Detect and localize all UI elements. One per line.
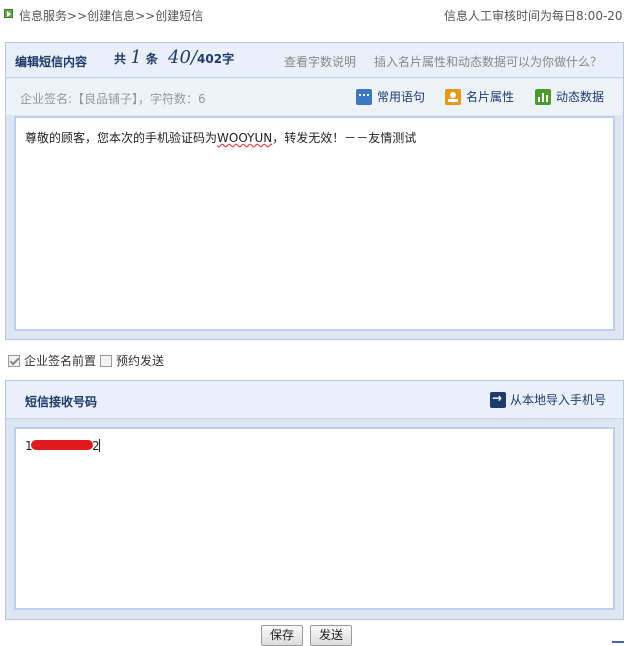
breadcrumb: 信息服务>>创建信息>>创建短信 (19, 9, 204, 23)
schedule-send-checkbox[interactable] (100, 354, 113, 367)
card-attributes-button[interactable]: 名片属性 (445, 88, 514, 105)
common-phrases-button[interactable]: 常用语句 (356, 88, 425, 105)
corner-marker (612, 641, 624, 643)
signature-prefix-checkbox[interactable] (8, 354, 20, 367)
speech-bubble-icon (356, 88, 372, 105)
message-content: 尊敬的顾客，您本次的手机验证码为WOOYUN，转发无效！－－友情测试 (25, 129, 416, 146)
import-numbers-label: 从本地导入手机号 (510, 393, 607, 407)
editor-title: 编辑短信内容 (15, 55, 88, 69)
card-attributes-label: 名片属性 (466, 90, 515, 104)
insert-help-link[interactable]: 插入名片属性和动态数据可以为你做什么？ (374, 53, 602, 70)
chars-total: 402 (197, 52, 223, 66)
message-text-start: 尊敬的顾客，您本次的手机验证码为 (25, 131, 218, 145)
recipients-title: 短信接收号码 (25, 395, 98, 409)
import-numbers-button[interactable]: 从本地导入手机号 (490, 391, 606, 408)
count-prefix: 共 (114, 52, 127, 66)
message-counter: 共 1 条 40/402字 (114, 47, 234, 68)
message-count: 1 (130, 47, 142, 68)
bar-chart-icon (535, 88, 551, 105)
send-options: 企业签名前置 预约发送 (8, 352, 164, 369)
send-button[interactable]: 发送 (310, 625, 353, 646)
dynamic-data-button[interactable]: 动态数据 (535, 88, 604, 105)
signature-info: 企业签名:【良品铺子】，字符数：6 (20, 92, 206, 106)
message-textarea[interactable] (14, 116, 615, 331)
message-code: WOOYUN (217, 131, 273, 145)
signature-prefix-label: 企业签名前置 (24, 354, 97, 368)
common-phrases-label: 常用语句 (377, 90, 426, 104)
save-button[interactable]: 保存 (261, 625, 304, 646)
chars-used: 40 (168, 47, 191, 68)
review-time-notice: 信息人工审核时间为每日8:00-20 (444, 9, 623, 23)
word-count-help-link[interactable]: 查看字数说明 (284, 53, 356, 70)
text-caret (99, 439, 100, 452)
phone-numbers-textarea[interactable] (14, 427, 615, 610)
count-unit: 条 (145, 52, 158, 66)
redaction-mark (31, 440, 93, 450)
chars-unit: 字 (222, 52, 235, 66)
breadcrumb-arrow-icon (4, 9, 13, 18)
message-text-end: ，转发无效！－－友情测试 (272, 131, 417, 145)
dynamic-data-label: 动态数据 (556, 90, 605, 104)
contact-card-icon (445, 88, 461, 105)
schedule-send-label: 预约发送 (116, 354, 165, 368)
arrow-right-icon (490, 391, 506, 408)
